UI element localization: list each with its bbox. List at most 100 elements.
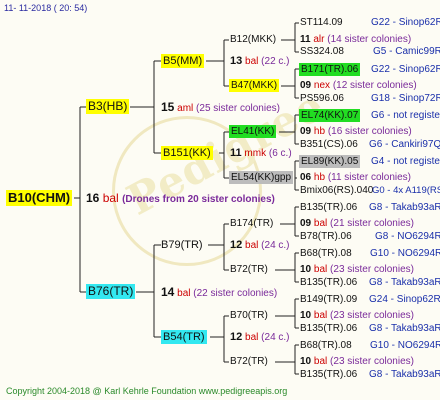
lvl3-label[interactable]: B72(TR) — [230, 263, 268, 276]
leaf-name[interactable]: B68(TR).08 — [300, 339, 352, 352]
leaf-name[interactable]: B149(TR).09 — [300, 293, 357, 306]
lvl3-label[interactable]: B72(TR) — [230, 355, 268, 368]
branch-label-dam[interactable]: B76(TR) — [86, 284, 136, 299]
leaf-name[interactable]: Bmix06(RS).040 — [300, 184, 373, 197]
lvl3-info: 10 bal (23 sister colonies) — [300, 309, 414, 322]
sub-label[interactable]: B79(TR) — [161, 238, 203, 252]
root-queen-label[interactable]: B10(CHM) — [6, 190, 73, 206]
leaf-desc: G5 - Camic99R — [373, 46, 440, 57]
sub-race: mmk — [244, 148, 267, 159]
timestamp: 11- 11-2018 ( 20: 54) — [4, 3, 88, 13]
lvl3-label[interactable]: B174(TR) — [230, 217, 273, 230]
branch-label-sire[interactable]: B3(HB) — [86, 99, 130, 114]
leaf-name[interactable]: SS324.08 — [300, 45, 344, 58]
lvl3-info: 10 bal (23 sister colonies) — [300, 355, 414, 368]
leaf-desc: G4 - not registe — [371, 156, 440, 167]
leaf-name[interactable]: B135(TR).06 — [300, 322, 357, 335]
leaf-desc: G6 - not registe — [371, 110, 440, 121]
copyright-footer: Copyright 2004-2018 @ Karl Kehrle Founda… — [6, 386, 288, 396]
leaf-name[interactable]: ST114.09 — [300, 16, 343, 29]
sub-note: (22 c.) — [261, 56, 290, 67]
branch-race: bal — [177, 288, 191, 299]
leaf-desc: G0 - 4x A119(RS) — [372, 185, 440, 196]
lvl3-note: (23 sister colonies) — [330, 356, 414, 367]
branch-info-sire: 15 aml (25 sister colonies) — [161, 101, 280, 115]
root-info: 16 bal (Drones from 20 sister colonies) — [86, 192, 275, 206]
leaf-name[interactable]: B135(TR).06 — [300, 276, 357, 289]
leaf-desc: G8 - Takab93aR — [369, 323, 440, 334]
leaf-name[interactable]: B135(TR).06 — [300, 368, 357, 381]
leaf-name[interactable]: B78(TR).06 — [300, 230, 352, 243]
leaf-desc: G8 - NO6294R — [375, 231, 440, 242]
lvl3-label[interactable]: EL41(KK) — [229, 125, 277, 138]
lvl3-race: bal — [313, 218, 328, 229]
branch-generation: 15 — [161, 100, 175, 114]
lvl3-generation: 09 — [300, 126, 312, 137]
lvl3-race: bal — [313, 264, 328, 275]
lvl3-generation: 09 — [300, 80, 312, 91]
leaf-desc: G24 - Sinop62R — [369, 294, 440, 305]
leaf-name[interactable]: B351(CS).06 — [300, 138, 358, 151]
lvl3-label[interactable]: B47(MKK) — [229, 79, 280, 92]
lvl3-info: 06 hb (11 sister colonies) — [300, 171, 411, 184]
sub-label[interactable]: B5(MM) — [161, 54, 205, 68]
lvl3-race: bal — [313, 310, 328, 321]
sub-info: 12 bal (24 c.) — [230, 331, 290, 344]
lvl3-note: (12 sister colonies) — [332, 80, 417, 91]
sub-note: (24 c.) — [261, 240, 290, 251]
lvl3-note: (14 sister colonies) — [327, 34, 412, 45]
root-note: (Drones from 20 sister colonies) — [122, 194, 275, 205]
sub-generation: 11 — [230, 147, 242, 159]
sub-label[interactable]: B151(KK) — [161, 146, 213, 160]
leaf-desc: G18 - Sinop72R — [371, 93, 440, 104]
sub-generation: 12 — [230, 331, 243, 343]
leaf-desc: G10 - NO6294R — [370, 248, 440, 259]
root-race: bal — [102, 191, 119, 205]
lvl3-generation: 06 — [300, 172, 312, 183]
leaf-name[interactable]: PS596.06 — [300, 92, 344, 105]
branch-note: (22 sister colonies) — [193, 288, 278, 299]
sub-race: bal — [245, 332, 259, 343]
branch-info-dam: 14 bal (22 sister colonies) — [161, 286, 277, 300]
sub-label[interactable]: B54(TR) — [161, 330, 207, 344]
branch-race: aml — [177, 103, 194, 114]
root-generation: 16 — [86, 191, 100, 205]
lvl3-generation: 11 — [300, 34, 311, 45]
lvl3-note: (23 sister colonies) — [330, 264, 414, 275]
lvl3-generation: 10 — [300, 356, 312, 367]
leaf-name[interactable]: B68(TR).08 — [300, 247, 352, 260]
lvl3-race: hb — [313, 172, 326, 183]
leaf-name[interactable]: B171(TR).06 — [299, 63, 361, 76]
lvl3-race: alr — [313, 34, 325, 45]
sub-info: 12 bal (24 c.) — [230, 239, 290, 252]
sub-generation: 12 — [230, 239, 243, 251]
sub-info: 11 mmk (6 c.) — [230, 147, 292, 160]
leaf-name[interactable]: EL74(KK).07 — [299, 109, 361, 122]
lvl3-info: 10 bal (23 sister colonies) — [300, 263, 414, 276]
lvl3-info: 09 bal (21 sister colonies) — [300, 217, 414, 230]
lvl3-note: (23 sister colonies) — [330, 310, 414, 321]
leaf-name[interactable]: EL89(KK).05 — [299, 155, 361, 168]
leaf-name[interactable]: B135(TR).06 — [300, 201, 357, 214]
lvl3-generation: 10 — [300, 310, 312, 321]
lvl3-label[interactable]: EL54(KK)gpp — [229, 171, 294, 184]
lvl3-race: hb — [313, 126, 326, 137]
sub-race: bal — [245, 240, 259, 251]
sub-note: (24 c.) — [261, 332, 290, 343]
lvl3-generation: 09 — [300, 218, 312, 229]
leaf-desc: G6 - Cankiri97Q — [369, 139, 440, 150]
branch-generation: 14 — [161, 285, 175, 299]
lvl3-info: 09 hb (16 sister colonies) — [300, 125, 412, 138]
lvl3-label[interactable]: B12(MKK) — [230, 33, 276, 46]
lvl3-generation: 10 — [300, 264, 312, 275]
lvl3-label[interactable]: B70(TR) — [230, 309, 268, 322]
lvl3-race: bal — [313, 356, 328, 367]
leaf-desc: G22 - Sinop62R — [371, 17, 440, 28]
leaf-desc: G10 - NO6294R — [370, 340, 440, 351]
leaf-desc: G22 - Sinop62R — [371, 64, 440, 75]
sub-generation: 13 — [230, 55, 243, 67]
lvl3-note: (21 sister colonies) — [330, 218, 414, 229]
leaf-desc: G8 - Takab93aR — [369, 277, 440, 288]
pedigree-stage: Pedigree 11- 11-2018 ( 20: 54) B10(CHM) … — [0, 0, 440, 400]
lvl3-race: nex — [313, 80, 331, 91]
